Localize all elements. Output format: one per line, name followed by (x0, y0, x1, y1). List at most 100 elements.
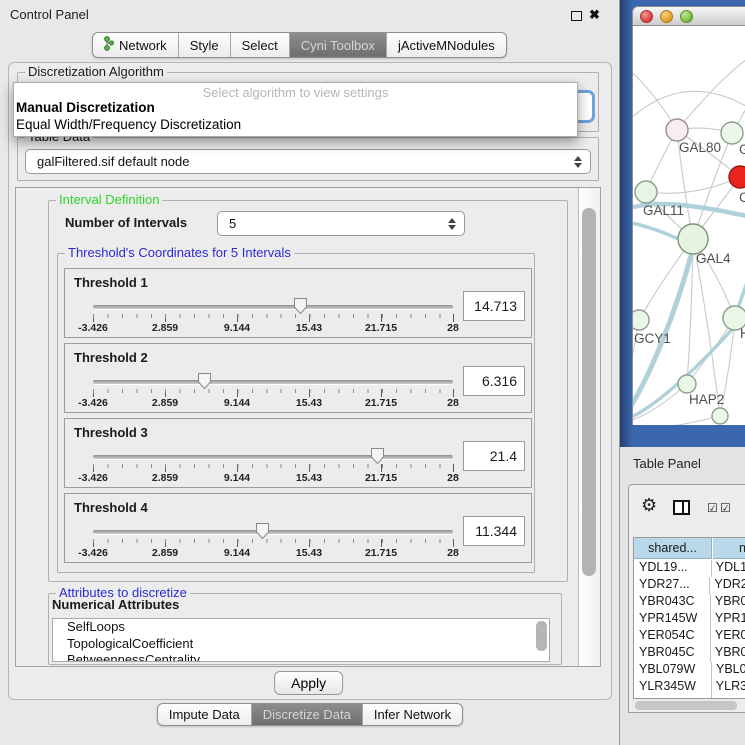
threshold-2-panel: Threshold 2 -3.426 2.859 9.144 15.43 21.… (64, 343, 532, 413)
attributes-group-title: Attributes to discretize (56, 585, 190, 600)
threshold-1-value-field[interactable]: 14.713 (463, 291, 525, 321)
list-scrollbar-thumb[interactable] (536, 621, 547, 651)
node-red-selected[interactable] (729, 166, 745, 188)
table-row[interactable]: YDR27...YDR2 (634, 577, 745, 594)
node-gal4[interactable] (678, 224, 708, 254)
split-columns-icon[interactable] (673, 500, 690, 515)
threshold-4-value-field[interactable]: 11.344 (463, 516, 525, 546)
threshold-2-slider[interactable] (93, 380, 453, 384)
table-row[interactable]: YBR045CYBR0 (634, 645, 745, 662)
node-gal11[interactable] (635, 181, 657, 203)
tab-select[interactable]: Select (230, 33, 289, 57)
table-row[interactable]: YER054CYER0 (634, 628, 745, 645)
threshold-2-value-field[interactable]: 6.316 (463, 366, 525, 396)
cyni-toolbox-panel: Discretization Algorithm Table Data galF… (8, 62, 612, 700)
vertical-scrollbar-thumb[interactable] (582, 208, 596, 576)
checkbox-icon[interactable]: ☑ (707, 501, 718, 515)
minimize-traffic-light[interactable] (660, 10, 673, 23)
node-hap2[interactable] (678, 375, 696, 393)
network-canvas[interactable]: GAL80 G GAL11 C GAL4 GCY1 H HAP2 (632, 26, 745, 425)
node-gcy1[interactable] (633, 310, 649, 330)
threshold-4-slider-handle[interactable] (255, 522, 270, 540)
threshold-4-panel: Threshold 4 -3.426 2.859 9.144 15.43 21.… (64, 493, 532, 563)
checkbox-icon[interactable]: ☑ (720, 501, 731, 515)
tab-discretize-data[interactable]: Discretize Data (251, 704, 362, 725)
horizontal-scrollbar[interactable] (633, 700, 745, 711)
threshold-1-slider-handle[interactable] (293, 297, 308, 315)
interval-group: Number of Intervals 5 Threshold's Coordi… (48, 200, 568, 582)
algorithm-group-title: Discretization Algorithm (25, 64, 167, 79)
popup-item-equal-width[interactable]: Equal Width/Frequency Discretization (16, 117, 241, 132)
table-row[interactable]: YBL079WYBL0 (634, 662, 745, 679)
stepper-arrows-icon (574, 156, 582, 168)
top-tab-bar: Network Style Select Cyni Toolbox jActiv… (92, 32, 507, 58)
threshold-3-slider-handle[interactable] (370, 447, 385, 465)
tab-network[interactable]: Network (93, 33, 178, 57)
popup-placeholder: Select algorithm to view settings (14, 85, 577, 100)
vertical-scrollbar[interactable] (578, 188, 600, 666)
node-label-partial-c: C (739, 190, 745, 205)
threshold-3-value-field[interactable]: 21.4 (463, 441, 525, 471)
threshold-3-panel: Threshold 3 -3.426 2.859 9.144 15.43 21.… (64, 418, 532, 488)
table-data-combobox[interactable]: galFiltered.sif default node (25, 149, 591, 174)
popup-item-manual[interactable]: Manual Discretization (16, 100, 155, 115)
float-window-icon[interactable] (571, 11, 582, 21)
tab-impute-data[interactable]: Impute Data (158, 704, 251, 725)
table-data-value: galFiltered.sif default node (37, 154, 189, 169)
node-label-gal11: GAL11 (643, 203, 684, 218)
tab-cyni-toolbox[interactable]: Cyni Toolbox (289, 33, 386, 57)
node-partial-top-right[interactable] (721, 122, 743, 144)
window-frame-edge (620, 0, 632, 447)
apply-button[interactable]: Apply (274, 671, 343, 695)
threshold-1-slider[interactable] (93, 305, 453, 309)
network-window-titlebar[interactable] (632, 6, 745, 26)
table-row[interactable]: YPR145WYPR1 (634, 611, 745, 628)
threshold-2-slider-handle[interactable] (197, 372, 212, 390)
node-label-gcy1: GCY1 (634, 331, 671, 346)
gear-icon[interactable]: ⚙ (641, 495, 657, 516)
num-intervals-spinner[interactable]: 5 (217, 211, 465, 236)
num-intervals-value: 5 (229, 216, 236, 231)
num-intervals-label: Number of Intervals (65, 215, 187, 230)
algorithm-dropdown-popup: Select algorithm to view settings Manual… (13, 82, 578, 137)
form-scroll-area: Interval Definition Number of Intervals … (15, 187, 601, 667)
zoom-traffic-light[interactable] (680, 10, 693, 23)
tab-network-label: Network (119, 38, 167, 53)
numerical-attributes-list: SelfLoops TopologicalCoefficient Between… (52, 618, 550, 662)
thresholds-group-title: Threshold's Coordinates for 5 Intervals (65, 245, 294, 260)
column-header-name[interactable]: n (713, 538, 745, 559)
threshold-4-slider[interactable] (93, 530, 453, 534)
network-graph: GAL80 G GAL11 C GAL4 GCY1 H HAP2 (633, 26, 745, 425)
list-item[interactable]: TopologicalCoefficient (53, 636, 549, 653)
list-item[interactable]: SelfLoops (53, 619, 549, 636)
table-panel-title: Table Panel (633, 456, 701, 471)
thresholds-group: Threshold 1 -3.426 2.859 9.144 15.43 21.… (57, 253, 535, 573)
node-label-hap2: HAP2 (689, 392, 724, 407)
close-traffic-light[interactable] (640, 10, 653, 23)
table-row[interactable]: YLR345WYLR3 (634, 679, 745, 696)
node-gal80[interactable] (666, 119, 688, 141)
close-icon[interactable]: ✖ (589, 7, 600, 23)
network-icon (104, 36, 114, 54)
table-rows: YDL19...YDL1 YDR27...YDR2 YBR043CYBR0 YP… (634, 560, 745, 699)
table-row[interactable]: YIL052CYIL0 (634, 696, 745, 699)
list-item[interactable]: BetweennessCentrality (53, 652, 549, 662)
threshold-3-slider[interactable] (93, 455, 453, 459)
node-table: shared... n YDL19...YDL1 YDR27...YDR2 YB… (633, 537, 745, 699)
tab-jactivemnodules[interactable]: jActiveMNodules (386, 33, 506, 57)
node-bottom-partial[interactable] (712, 408, 728, 424)
table-panel-window: ⚙ ☑ ☑ shared... n YDL19...YDL1 YDR27...Y… (628, 484, 745, 713)
node-label-gal4: GAL4 (696, 251, 731, 266)
table-row[interactable]: YDL19...YDL1 (634, 560, 745, 577)
table-row[interactable]: YBR043CYBR0 (634, 594, 745, 611)
node-label-partial-g: G (739, 142, 745, 157)
tab-infer-network[interactable]: Infer Network (362, 704, 462, 725)
horizontal-scrollbar-thumb[interactable] (635, 701, 737, 710)
tab-style[interactable]: Style (178, 33, 230, 57)
control-panel: Control Panel ✖ Network Style Select Cyn… (0, 0, 620, 745)
stepper-arrows-icon (448, 218, 456, 230)
threshold-1-panel: Threshold 1 -3.426 2.859 9.144 15.43 21.… (64, 268, 532, 338)
column-header-shared-name[interactable]: shared... (634, 538, 712, 559)
interval-group-title: Interval Definition (56, 192, 162, 207)
node-label-partial-h: H (740, 326, 745, 341)
